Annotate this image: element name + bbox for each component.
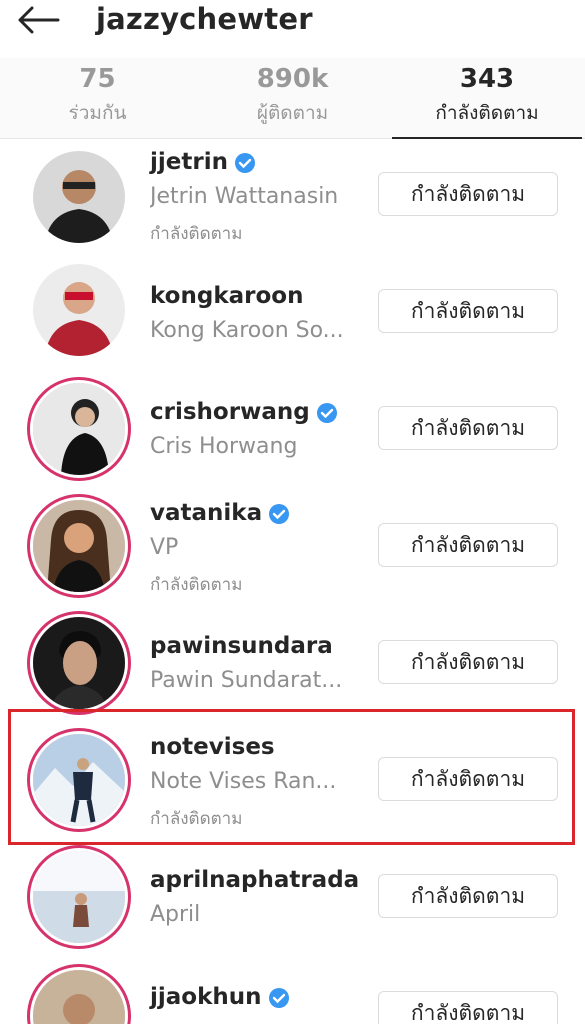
avatar[interactable]	[33, 151, 125, 243]
verified-badge-icon	[316, 402, 337, 423]
following-status-text: กำลังติดตาม	[150, 575, 243, 595]
tab-mutual[interactable]: 75 ร่วมกัน	[45, 58, 150, 138]
username[interactable]: jjetrin	[150, 149, 256, 175]
tab-following[interactable]: 343 กำลังติดตาม	[392, 58, 582, 139]
list-item[interactable]: crishorwang Cris Horwang กำลังติดตาม	[0, 373, 585, 491]
avatar[interactable]	[33, 617, 125, 709]
following-button[interactable]: กำลังติดตาม	[378, 640, 558, 684]
full-name: Cris Horwang	[150, 434, 298, 459]
avatar[interactable]	[33, 970, 125, 1024]
full-name: VP	[150, 535, 179, 560]
list-item[interactable]: kongkaroon Kong Karoon So... กำลังติดตาม	[0, 256, 585, 374]
username[interactable]: notevises	[150, 734, 275, 760]
following-button[interactable]: กำลังติดตาม	[378, 406, 558, 450]
avatar[interactable]	[33, 383, 125, 475]
username[interactable]: pawinsundara	[150, 633, 333, 659]
full-name: Note Vises Ran...	[150, 769, 337, 794]
arrow-left-icon[interactable]	[16, 6, 60, 34]
following-button[interactable]: กำลังติดตาม	[378, 991, 558, 1024]
stats-tabs: 75 ร่วมกัน 890k ผู้ติดตาม 343 กำลังติดตา…	[0, 58, 585, 139]
following-status-text: กำลังติดตาม	[150, 809, 243, 829]
followers-count: 890k	[256, 64, 329, 94]
following-button[interactable]: กำลังติดตาม	[378, 289, 558, 333]
full-name: April	[150, 902, 201, 927]
verified-badge-icon	[268, 987, 289, 1008]
verified-badge-icon	[234, 152, 255, 173]
avatar[interactable]	[33, 500, 125, 592]
username[interactable]: crishorwang	[150, 399, 338, 425]
avatar[interactable]	[33, 734, 125, 826]
full-name: Jetrin Wattanasin	[150, 184, 339, 209]
page-title: jazzychewter	[96, 2, 313, 36]
following-button[interactable]: กำลังติดตาม	[378, 757, 558, 801]
username[interactable]: aprilnaphatrada	[150, 867, 359, 893]
full-name: Kong Karoon So...	[150, 318, 344, 343]
following-label: กำลังติดตาม	[435, 102, 539, 124]
avatar[interactable]	[33, 264, 125, 356]
list-item[interactable]: jjetrin Jetrin Wattanasin กำลังติดตาม กำ…	[0, 139, 585, 257]
username[interactable]: jjaokhun	[150, 984, 290, 1010]
list-item[interactable]: aprilnaphatrada April กำลังติดตาม	[0, 841, 585, 959]
following-count: 343	[459, 64, 515, 94]
list-item[interactable]: jjaokhun กำลังติดตาม	[0, 958, 585, 1024]
list-item[interactable]: notevises Note Vises Ran... กำลังติดตาม …	[0, 724, 585, 842]
verified-badge-icon	[269, 503, 290, 524]
followers-label: ผู้ติดตาม	[256, 102, 329, 124]
following-button[interactable]: กำลังติดตาม	[378, 523, 558, 567]
username[interactable]: vatanika	[150, 500, 290, 526]
list-item[interactable]: vatanika VP กำลังติดตาม กำลังติดตาม	[0, 490, 585, 608]
avatar[interactable]	[33, 851, 125, 943]
top-bar: jazzychewter	[0, 0, 585, 40]
mutual-label: ร่วมกัน	[68, 102, 127, 124]
following-button[interactable]: กำลังติดตาม	[378, 874, 558, 918]
full-name: Pawin Sundarat...	[150, 668, 343, 693]
tab-followers[interactable]: 890k ผู้ติดตาม	[230, 58, 355, 138]
username[interactable]: kongkaroon	[150, 283, 303, 309]
following-button[interactable]: กำลังติดตาม	[378, 172, 558, 216]
mutual-count: 75	[79, 64, 116, 94]
following-status-text: กำลังติดตาม	[150, 224, 243, 244]
list-item[interactable]: pawinsundara Pawin Sundarat... กำลังติดต…	[0, 607, 585, 725]
